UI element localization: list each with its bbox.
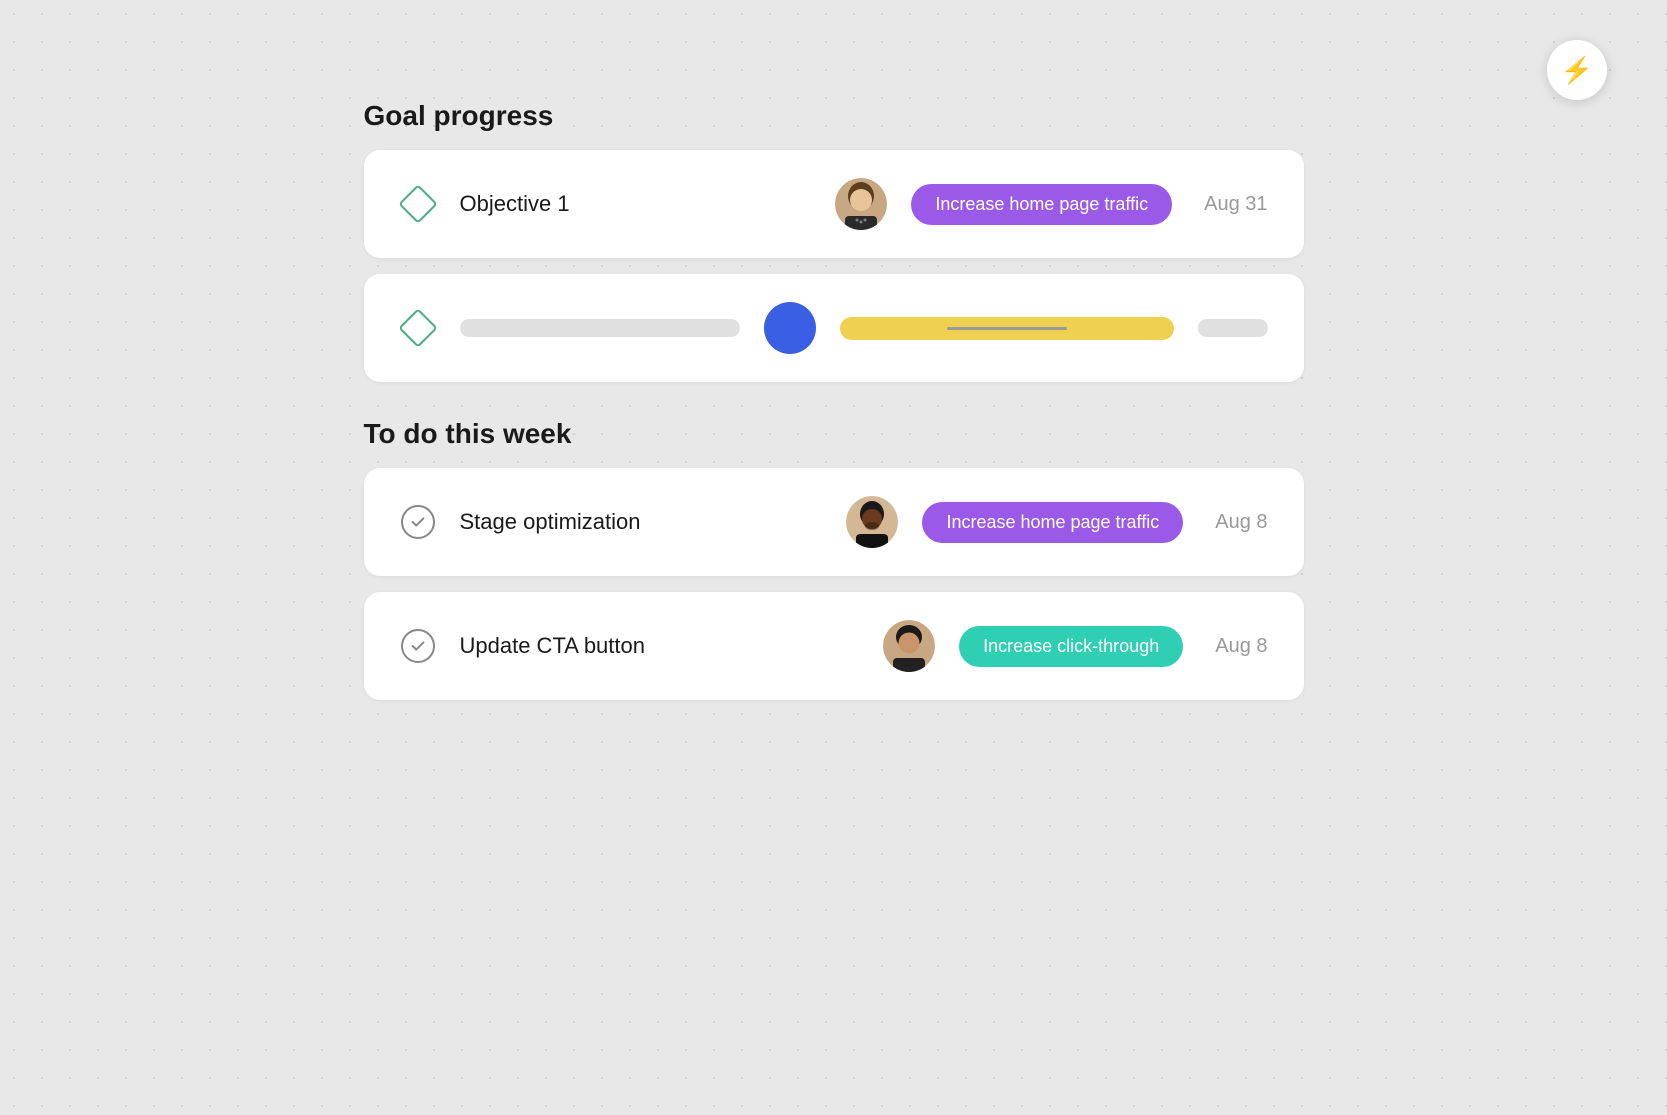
todo-title: To do this week <box>364 418 1304 450</box>
todo-section: To do this week Stage optimization <box>364 418 1304 700</box>
task-date-2: Aug 8 <box>1215 635 1267 658</box>
check-circle-2 <box>401 629 435 663</box>
task-tag-1[interactable]: Increase home page traffic <box>922 502 1183 543</box>
avatar-3 <box>846 496 898 548</box>
goal-progress-section: Goal progress Objective 1 <box>364 100 1304 382</box>
diamond-shape-2 <box>398 308 438 348</box>
yellow-line <box>947 327 1067 330</box>
avatar-2 <box>764 302 816 354</box>
check-icon-2 <box>400 628 436 664</box>
task-title-1: Stage optimization <box>460 509 823 535</box>
task-title-2: Update CTA button <box>460 633 860 659</box>
diamond-icon-1 <box>400 186 436 222</box>
goal-tag-1[interactable]: Increase home page traffic <box>911 184 1172 225</box>
avatar-4 <box>883 620 935 672</box>
skeleton-date-2 <box>1198 319 1268 337</box>
task-card-1: Stage optimization Increase home page tr… <box>364 468 1304 576</box>
goal-tag-2 <box>840 317 1174 340</box>
goal-card-1: Objective 1 Increase home page tra <box>364 150 1304 258</box>
goal-title-1: Objective 1 <box>460 191 812 217</box>
main-container: Goal progress Objective 1 <box>284 100 1384 716</box>
task-date-1: Aug 8 <box>1215 511 1267 534</box>
lightning-button[interactable]: ⚡ <box>1547 40 1607 100</box>
diamond-shape-1 <box>398 184 438 224</box>
goal-progress-title: Goal progress <box>364 100 1304 132</box>
skeleton-title-2 <box>460 319 740 337</box>
goal-date-1: Aug 31 <box>1204 193 1267 216</box>
lightning-icon: ⚡ <box>1561 55 1593 86</box>
check-circle-1 <box>401 505 435 539</box>
task-tag-2[interactable]: Increase click-through <box>959 626 1183 667</box>
check-icon-1 <box>400 504 436 540</box>
goal-card-2 <box>364 274 1304 382</box>
task-card-2: Update CTA button Increase click-through… <box>364 592 1304 700</box>
diamond-icon-2 <box>400 310 436 346</box>
avatar-1 <box>835 178 887 230</box>
